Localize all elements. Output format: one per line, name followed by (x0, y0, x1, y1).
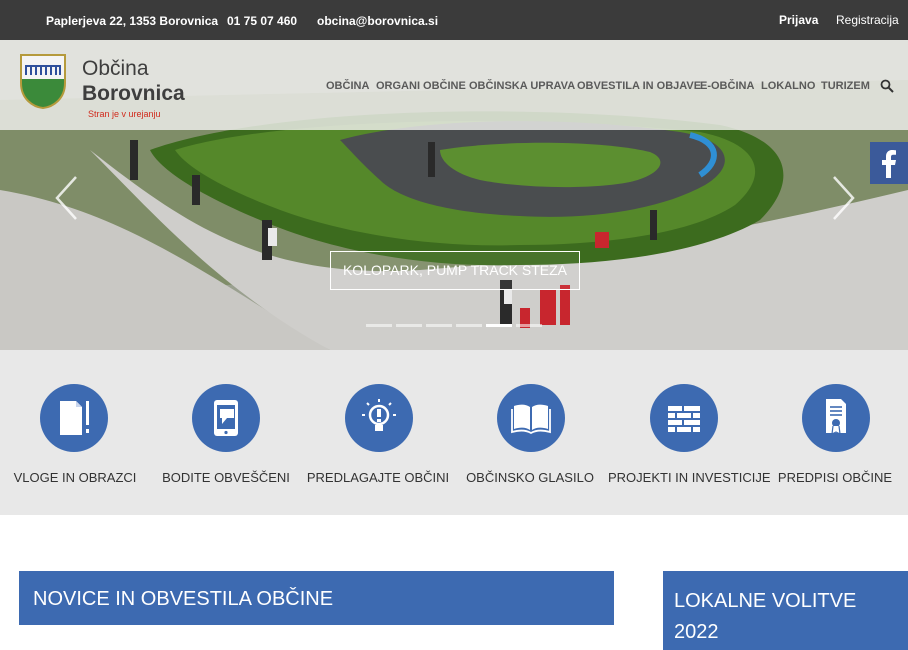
login-link[interactable]: Prijava (779, 13, 818, 27)
document-icon (60, 401, 89, 435)
nav-item-obvestila-in-objave[interactable]: OBVESTILA IN OBJAVE (577, 80, 701, 92)
nav-item-obcinska-uprava[interactable]: OBČINSKA UPRAVA (469, 80, 575, 92)
quick-link-label: PROJEKTI IN INVESTICIJE (608, 470, 771, 485)
quick-link-circle[interactable] (497, 384, 565, 452)
slider-dot[interactable] (426, 324, 452, 327)
slider-prev-arrow-icon[interactable] (54, 175, 80, 221)
email-link[interactable]: obcina@borovnica.si (317, 14, 438, 28)
quick-link-obcinsko-glasilo[interactable]: OBČINSKO GLASILO (455, 350, 605, 515)
quick-link-circle[interactable] (802, 384, 870, 452)
logo-line-2[interactable]: Borovnica (82, 82, 185, 106)
phone-message-icon (214, 400, 238, 436)
address-text: Paplerjeva 22, 1353 Borovnica (46, 14, 219, 28)
site-status-note: Stran je v urejanju (88, 109, 161, 119)
quick-link-predlagajte-obcini[interactable]: PREDLAGAJTE OBČINI (303, 350, 453, 515)
register-link[interactable]: Registracija (836, 13, 899, 27)
elections-section-title: LOKALNE VOLITVE 2022 (674, 590, 857, 643)
brick-wall-icon (668, 406, 700, 432)
nav-item-turizem[interactable]: TURIZEM (821, 80, 870, 92)
news-section-title: NOVICE IN OBVESTILA OBČINE (33, 588, 334, 610)
slider-dot[interactable] (516, 324, 542, 327)
quick-link-label: BODITE OBVEŠČENI (162, 470, 290, 485)
elections-section-header[interactable]: LOKALNE VOLITVE 2022 (663, 571, 908, 650)
slider-dot[interactable] (456, 324, 482, 327)
quick-link-label: VLOGE IN OBRAZCI (13, 470, 137, 485)
lightbulb-icon (362, 399, 396, 431)
nav-item-e-obcina[interactable]: E-OBČINA (700, 80, 754, 92)
book-icon (511, 404, 551, 435)
quick-link-bodite-obvesceni[interactable]: BODITE OBVEŠČENI (151, 350, 301, 515)
quick-link-projekti-in-investicije[interactable]: PROJEKTI IN INVESTICIJE (608, 350, 771, 515)
hero-slider: Občina Borovnica Stran je v urejanju OBČ… (0, 40, 908, 350)
quick-link-label: OBČINSKO GLASILO (466, 470, 594, 485)
quick-link-label: PREDPISI OBČINE (777, 470, 893, 485)
facebook-button[interactable] (870, 142, 908, 184)
facebook-icon (882, 150, 896, 178)
quick-link-predpisi-obcine[interactable]: PREDPISI OBČINE (760, 350, 908, 515)
quick-link-label: PREDLAGAJTE OBČINI (306, 470, 450, 485)
top-bar: Paplerjeva 22, 1353 Borovnica 01 75 07 4… (0, 0, 908, 40)
slider-dot-active[interactable] (486, 324, 512, 327)
certificate-icon (826, 399, 846, 436)
quick-link-circle[interactable] (650, 384, 718, 452)
quick-link-vloge[interactable]: VLOGE IN OBRAZCI (0, 350, 150, 515)
slider-next-arrow-icon[interactable] (830, 175, 856, 221)
nav-item-obcina[interactable]: OBČINA (326, 80, 369, 92)
quick-link-circle[interactable] (40, 384, 108, 452)
nav-item-lokalno[interactable]: LOKALNO (761, 80, 815, 92)
slide-caption[interactable]: KOLOPARK, PUMP TRACK STEZA (330, 251, 580, 290)
quick-links: VLOGE IN OBRAZCI BODITE OBVEŠČENI PREDLA… (0, 350, 908, 515)
search-icon[interactable] (880, 79, 894, 93)
nav-item-organi-obcine[interactable]: ORGANI OBČINE (376, 80, 466, 92)
phone-link[interactable]: 01 75 07 460 (227, 14, 297, 28)
quick-link-circle[interactable] (345, 384, 413, 452)
logo-line-1[interactable]: Občina (82, 57, 149, 81)
quick-link-circle[interactable] (192, 384, 260, 452)
coat-of-arms-logo[interactable] (19, 53, 67, 109)
site-header: Občina Borovnica Stran je v urejanju OBČ… (0, 40, 908, 130)
slider-dot[interactable] (366, 324, 392, 327)
slider-dot[interactable] (396, 324, 422, 327)
news-section-header: NOVICE IN OBVESTILA OBČINE (19, 571, 614, 625)
